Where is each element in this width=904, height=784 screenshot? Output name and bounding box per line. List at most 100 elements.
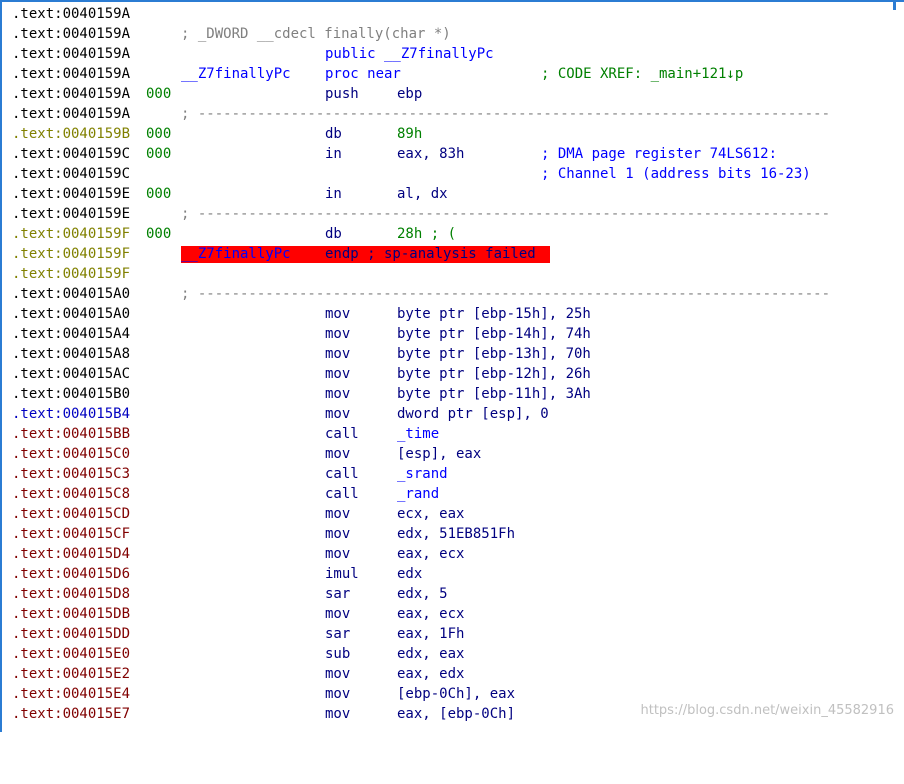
address[interactable]: .text:0040159E <box>12 204 130 224</box>
mnemonic[interactable]: mov <box>325 384 350 404</box>
disasm-line[interactable]: .text:0040159C ; Channel 1 (address bits… <box>12 164 811 184</box>
disasm-line[interactable]: .text:0040159F __Z7finallyPc endp ; sp-a… <box>12 244 550 264</box>
mnemonic[interactable]: mov <box>325 544 350 564</box>
operand[interactable]: ebp <box>397 84 422 104</box>
mnemonic[interactable]: mov <box>325 664 350 684</box>
disasm-line[interactable]: .text:0040159A ; -----------------------… <box>12 104 830 124</box>
disasm-line[interactable]: .text:004015E4 mov [ebp-0Ch], eax <box>12 684 515 704</box>
address[interactable]: .text:004015D6 <box>12 564 130 584</box>
mnemonic[interactable]: db <box>325 124 342 144</box>
disasm-line[interactable]: .text:004015C0 mov [esp], eax <box>12 444 481 464</box>
address[interactable]: .text:004015C3 <box>12 464 130 484</box>
mnemonic[interactable]: mov <box>325 324 350 344</box>
disasm-line[interactable]: .text:004015D8 sar edx, 5 <box>12 584 448 604</box>
operand[interactable]: eax, 83h <box>397 144 464 164</box>
disasm-line[interactable]: .text:004015DD sar eax, 1Fh <box>12 624 464 644</box>
operand[interactable]: ecx, eax <box>397 504 464 524</box>
address[interactable]: .text:0040159A <box>12 64 130 84</box>
operand[interactable]: edx, eax <box>397 644 464 664</box>
address[interactable]: .text:004015B0 <box>12 384 130 404</box>
disasm-line[interactable]: .text:004015B0 mov byte ptr [ebp-11h], 3… <box>12 384 591 404</box>
address[interactable]: .text:004015D8 <box>12 584 130 604</box>
disasm-line[interactable]: .text:0040159A <box>12 4 130 24</box>
address[interactable]: .text:004015E4 <box>12 684 130 704</box>
disasm-line[interactable]: .text:004015A0 ; -----------------------… <box>12 284 830 304</box>
disasm-line[interactable]: .text:004015CD mov ecx, eax <box>12 504 464 524</box>
mnemonic[interactable]: in <box>325 184 342 204</box>
disasm-line[interactable]: .text:004015E0 sub edx, eax <box>12 644 464 664</box>
mnemonic[interactable]: sub <box>325 644 350 664</box>
address[interactable]: .text:004015CD <box>12 504 130 524</box>
disasm-line[interactable]: .text:0040159A 000 push ebp <box>12 84 422 104</box>
operand[interactable]: [esp], eax <box>397 444 481 464</box>
address[interactable]: .text:004015CF <box>12 524 130 544</box>
function-name[interactable]: __Z7finallyPc <box>181 244 291 264</box>
mnemonic[interactable]: sar <box>325 624 350 644</box>
address[interactable]: .text:0040159F <box>12 244 130 264</box>
address[interactable]: .text:004015A0 <box>12 304 130 324</box>
endp-directive[interactable]: endp ; sp-analysis failed <box>325 244 536 264</box>
address[interactable]: .text:004015BB <box>12 424 130 444</box>
disasm-line[interactable]: .text:0040159A public __Z7finallyPc <box>12 44 494 64</box>
disasm-line[interactable]: .text:0040159A ; _DWORD __cdecl finally(… <box>12 24 451 44</box>
address[interactable]: .text:004015DB <box>12 604 130 624</box>
address[interactable]: .text:004015E7 <box>12 704 130 724</box>
address[interactable]: .text:004015D4 <box>12 544 130 564</box>
operand[interactable]: dword ptr [esp], 0 <box>397 404 549 424</box>
disasm-line[interactable]: .text:004015A0 mov byte ptr [ebp-15h], 2… <box>12 304 591 324</box>
address[interactable]: .text:0040159C <box>12 164 130 184</box>
operand[interactable]: byte ptr [ebp-11h], 3Ah <box>397 384 591 404</box>
disasm-line[interactable]: .text:0040159B 000 db 89h <box>12 124 422 144</box>
operand[interactable]: byte ptr [ebp-15h], 25h <box>397 304 591 324</box>
disasm-line[interactable]: .text:0040159C 000 in eax, 83h ; DMA pag… <box>12 144 777 164</box>
mnemonic[interactable]: call <box>325 464 359 484</box>
mnemonic[interactable]: sar <box>325 584 350 604</box>
address[interactable]: .text:0040159B <box>12 124 130 144</box>
mnemonic[interactable]: mov <box>325 404 350 424</box>
operand[interactable]: byte ptr [ebp-12h], 26h <box>397 364 591 384</box>
operand[interactable]: byte ptr [ebp-14h], 74h <box>397 324 591 344</box>
mnemonic[interactable]: db <box>325 224 342 244</box>
mnemonic[interactable]: mov <box>325 364 350 384</box>
operand[interactable]: _srand <box>397 464 448 484</box>
address[interactable]: .text:0040159A <box>12 44 130 64</box>
disasm-line[interactable]: .text:0040159E 000 in al, dx <box>12 184 448 204</box>
mnemonic[interactable]: mov <box>325 704 350 724</box>
address[interactable]: .text:004015A8 <box>12 344 130 364</box>
operand[interactable]: eax, ecx <box>397 604 464 624</box>
comment[interactable]: ; DMA page register 74LS612: <box>541 144 777 164</box>
address[interactable]: .text:0040159F <box>12 264 130 284</box>
operand[interactable]: 89h <box>397 124 422 144</box>
operand[interactable]: eax, edx <box>397 664 464 684</box>
mnemonic[interactable]: in <box>325 144 342 164</box>
mnemonic[interactable]: mov <box>325 604 350 624</box>
disasm-line[interactable]: .text:0040159E ; -----------------------… <box>12 204 830 224</box>
operand[interactable]: eax, 1Fh <box>397 624 464 644</box>
disasm-line[interactable]: .text:004015CF mov edx, 51EB851Fh <box>12 524 515 544</box>
disasm-line[interactable]: .text:0040159F <box>12 264 130 284</box>
address[interactable]: .text:0040159F <box>12 224 130 244</box>
operand[interactable]: edx, 51EB851Fh <box>397 524 515 544</box>
address[interactable]: .text:0040159A <box>12 84 130 104</box>
disasm-line[interactable]: .text:0040159A __Z7finallyPc proc near ;… <box>12 64 743 84</box>
mnemonic[interactable]: mov <box>325 684 350 704</box>
xref-comment[interactable]: ; CODE XREF: _main+121↓p <box>541 64 743 84</box>
disasm-line[interactable]: .text:004015A4 mov byte ptr [ebp-14h], 7… <box>12 324 591 344</box>
address[interactable]: .text:004015E2 <box>12 664 130 684</box>
address[interactable]: .text:004015AC <box>12 364 130 384</box>
disasm-line[interactable]: .text:004015E2 mov eax, edx <box>12 664 464 684</box>
disasm-line[interactable]: .text:004015BB call _time <box>12 424 439 444</box>
address[interactable]: .text:0040159E <box>12 184 130 204</box>
disasm-line[interactable]: .text:004015C3 call _srand <box>12 464 448 484</box>
operand[interactable]: _time <box>397 424 439 444</box>
address[interactable]: .text:0040159A <box>12 4 130 24</box>
disasm-line[interactable]: .text:004015DB mov eax, ecx <box>12 604 464 624</box>
operand[interactable]: al, dx <box>397 184 448 204</box>
mnemonic[interactable]: mov <box>325 444 350 464</box>
operand[interactable]: _rand <box>397 484 439 504</box>
operand[interactable]: eax, ecx <box>397 544 464 564</box>
address[interactable]: .text:0040159A <box>12 104 130 124</box>
address[interactable]: .text:004015C8 <box>12 484 130 504</box>
address[interactable]: .text:004015C0 <box>12 444 130 464</box>
comment[interactable]: ; Channel 1 (address bits 16-23) <box>541 164 811 184</box>
